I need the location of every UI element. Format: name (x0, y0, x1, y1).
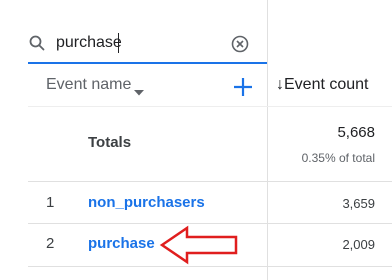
row-divider (28, 181, 392, 182)
row-index: 2 (46, 235, 55, 252)
row-event-count: 3,659 (342, 196, 375, 211)
row-divider (28, 223, 392, 224)
dimension-header-event-name[interactable]: Event name (46, 76, 131, 94)
row-index: 1 (46, 194, 55, 211)
dropdown-icon[interactable] (134, 83, 144, 101)
row-event-count: 2,009 (342, 237, 375, 252)
totals-value: 5,668 (337, 124, 375, 141)
arrow-icon (159, 225, 239, 270)
row-event-name-link[interactable]: non_purchasers (88, 194, 205, 211)
add-icon[interactable] (233, 77, 253, 102)
header-divider (28, 106, 392, 107)
totals-percent: 0.35% of total (301, 151, 375, 165)
search-icon (29, 35, 45, 56)
row-event-name-link[interactable]: purchase (88, 235, 155, 252)
search-focus-underline (28, 62, 267, 64)
clear-icon[interactable] (231, 35, 249, 58)
metric-header-event-count[interactable]: ↓Event count (276, 76, 369, 94)
search-input[interactable] (56, 32, 224, 54)
totals-label: Totals (88, 134, 132, 151)
column-divider (267, 0, 268, 280)
text-cursor (118, 33, 119, 53)
